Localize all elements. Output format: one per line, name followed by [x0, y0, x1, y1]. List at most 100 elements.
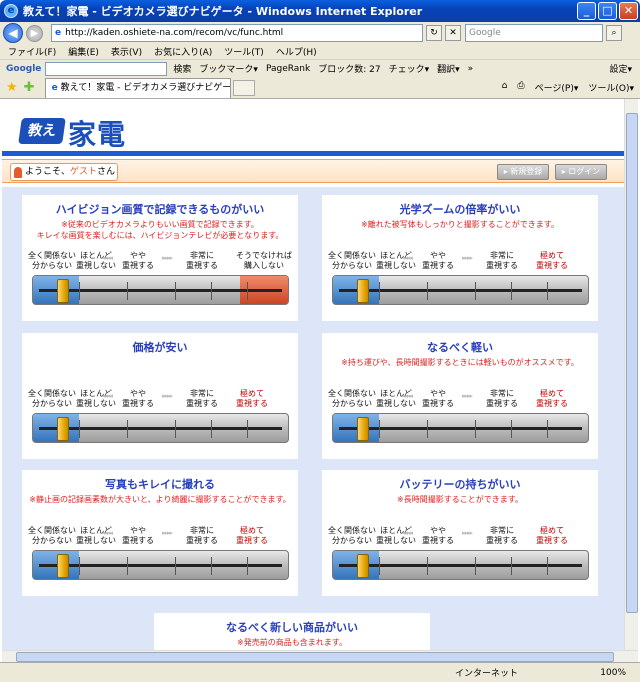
refresh-button[interactable]: ↻	[426, 25, 442, 41]
logo-main: 家電	[68, 118, 127, 151]
welcome-suffix: さん	[97, 167, 116, 177]
menu-view[interactable]: 表示(V)	[111, 45, 142, 58]
back-button[interactable]: ◀	[3, 23, 23, 43]
criterion-description: ※従来のビデオカメラよりもいい画質で記録できます。 キレイな画質を楽しむには、ハ…	[36, 220, 284, 240]
tools-menu[interactable]: ツール(O)▾	[588, 81, 634, 94]
address-toolbar: ◀ ▶ e http://kaden.oshiete-na.com/recom/…	[0, 22, 640, 44]
scale-label: やや 重視する	[422, 251, 454, 270]
importance-slider[interactable]	[32, 550, 289, 580]
horizontal-scroll-thumb[interactable]	[16, 652, 614, 662]
favorites-star-icon[interactable]: ★	[6, 80, 18, 95]
google-search-button[interactable]: 検索	[173, 62, 191, 75]
importance-slider[interactable]	[32, 413, 289, 443]
criterion-card: 価格が安い 全く関係ない 分からない ほとんど 重視しない やや 重視する 非常に 重視…	[22, 333, 298, 459]
address-url: http://kaden.oshiete-na.com/recom/vc/fun…	[65, 28, 284, 38]
search-icon[interactable]: ⌕	[606, 25, 622, 41]
tab-bar: ★ ✚ e 教えて！家電 - ビデオカメラ選びナビゲータ ⌂ ⎙ ページ(P)▾ …	[0, 77, 640, 99]
criterion-title: 写真もキレイに撮れる	[105, 478, 215, 491]
menu-help[interactable]: ヘルプ(H)	[276, 45, 317, 58]
page-menu[interactable]: ページ(P)▾	[535, 81, 579, 94]
scale-label: 極めて 重視する	[236, 526, 268, 545]
scale-label: 全く関係ない 分からない	[328, 389, 376, 408]
slider-rail	[39, 427, 282, 430]
scale-label: 非常に 重視する	[186, 389, 218, 408]
maximize-button[interactable]: □	[598, 2, 617, 20]
importance-slider[interactable]	[332, 413, 589, 443]
criterion-card: なるべく軽い ※持ち運びや、長時間撮影するときには軽いものがオススメです。 全く関係…	[322, 333, 598, 459]
print-icon[interactable]: ⎙	[517, 81, 524, 94]
menu-file[interactable]: ファイル(F)	[8, 45, 56, 58]
slider-tick	[79, 282, 80, 300]
add-favorite-icon[interactable]: ✚	[24, 80, 35, 95]
criterion-card: なるべく新しい商品がいい ※発売前の商品も含まれます。	[154, 613, 430, 650]
address-field[interactable]: e http://kaden.oshiete-na.com/recom/vc/f…	[51, 24, 423, 42]
google-logo: Google	[6, 63, 42, 74]
arrow-right-icon: ▸▸▸▸	[162, 392, 173, 400]
slider-tick	[547, 557, 548, 575]
criterion-card: 写真もキレイに撮れる ※静止画の記録画素数が大きいと、より綺麗に撮影することができ…	[22, 470, 298, 596]
criterion-card: ハイビジョン画質で記録できるものがいい ※従来のビデオカメラよりもいい画質で記録で…	[22, 195, 298, 321]
google-toolbar: Google 検索 ブックマーク▾ PageRank ブロック数: 27 チェッ…	[0, 60, 640, 77]
stop-button[interactable]: ✕	[445, 25, 461, 41]
criterion-title: 光学ズームの倍率がいい	[399, 203, 521, 216]
page-favicon-icon: e	[55, 28, 62, 38]
google-more-button[interactable]: »	[468, 64, 474, 74]
zoom-level[interactable]: 100%	[600, 668, 626, 678]
google-settings-button[interactable]: 設定▾	[609, 62, 632, 75]
scale-label: 極めて 重視する	[536, 389, 568, 408]
scale-label: 全く関係ない 分からない	[328, 251, 376, 270]
slider-tick	[427, 420, 428, 438]
google-search-input[interactable]	[45, 61, 168, 76]
slider-knob[interactable]	[57, 554, 69, 578]
menu-tools[interactable]: ツール(T)	[224, 45, 264, 58]
arrow-right-icon: ▸▸▸▸	[462, 392, 473, 400]
menu-favorites[interactable]: お気に入り(A)	[154, 45, 212, 58]
scale-label: 非常に 重視する	[486, 251, 518, 270]
minimize-button[interactable]: _	[577, 2, 596, 20]
criterion-description: ※静止画の記録画素数が大きいと、より綺麗に撮影することができます。	[29, 495, 291, 504]
slider-knob[interactable]	[357, 417, 369, 441]
site-logo[interactable]: 教えて! 家電	[18, 113, 132, 165]
arrow-left-icon: ◂◂◂◂	[402, 392, 413, 400]
google-translate-button[interactable]: 翻訳▾	[437, 62, 460, 75]
slider-rail	[339, 289, 582, 292]
vertical-scroll-thumb[interactable]	[626, 113, 638, 613]
arrow-left-icon: ◂◂◂◂	[102, 254, 113, 262]
slider-knob[interactable]	[357, 279, 369, 303]
menu-edit[interactable]: 編集(E)	[68, 45, 99, 58]
importance-slider[interactable]	[332, 550, 589, 580]
new-tab-button[interactable]	[232, 79, 255, 96]
google-bookmarks-button[interactable]: ブックマーク▾	[199, 62, 258, 75]
slider-tick	[175, 557, 176, 575]
arrow-left-icon: ◂◂◂◂	[102, 529, 113, 537]
close-button[interactable]: ✕	[619, 2, 638, 20]
slider-tick	[511, 282, 512, 300]
search-input[interactable]: Google	[465, 24, 603, 42]
criterion-title: ハイビジョン画質で記録できるものがいい	[55, 203, 265, 216]
horizontal-scrollbar[interactable]	[2, 650, 638, 662]
scale-label: 非常に 重視する	[486, 526, 518, 545]
login-button[interactable]: ▸ ログイン	[555, 164, 607, 180]
slider-tick	[175, 420, 176, 438]
security-zone: インターネット	[455, 669, 519, 679]
importance-slider[interactable]	[332, 275, 589, 305]
importance-slider[interactable]	[32, 275, 289, 305]
command-bar: ⌂ ⎙ ページ(P)▾ ツール(O)▾	[492, 81, 634, 94]
slider-knob[interactable]	[357, 554, 369, 578]
slider-knob[interactable]	[57, 417, 69, 441]
criterion-title: バッテリーの持ちがいい	[399, 478, 521, 491]
slider-knob[interactable]	[57, 279, 69, 303]
register-button[interactable]: ▸ 新規登録	[497, 164, 549, 180]
home-icon[interactable]: ⌂	[502, 81, 508, 94]
slider-rail	[39, 289, 282, 292]
register-label: 新規登録	[510, 167, 543, 176]
scale-label: 極めて 重視する	[236, 389, 268, 408]
scale-label: やや 重視する	[122, 526, 154, 545]
slider-tick	[511, 420, 512, 438]
google-check-button[interactable]: チェック▾	[389, 62, 430, 75]
tab-current[interactable]: e 教えて！家電 - ビデオカメラ選びナビゲータ	[44, 77, 231, 98]
scale-label: 極めて 重視する	[536, 251, 568, 270]
google-popup-blocker[interactable]: ブロック数: 27	[318, 62, 380, 75]
forward-button[interactable]: ▶	[26, 24, 43, 42]
vertical-scrollbar[interactable]	[624, 99, 638, 650]
